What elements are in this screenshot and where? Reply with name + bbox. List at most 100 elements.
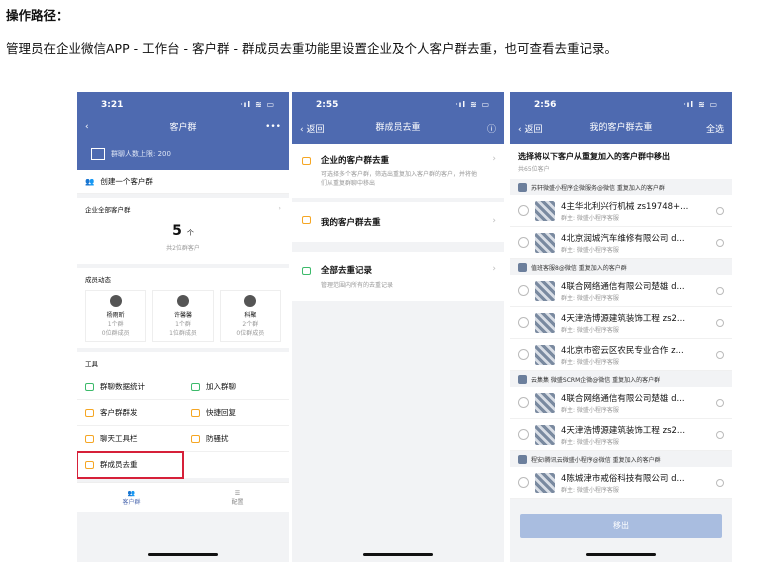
- group-row[interactable]: 4天津浩博源建筑装饰工程 zs2... 群主: 微盛小程序客服: [510, 307, 732, 339]
- remove-button[interactable]: 移出: [520, 514, 722, 538]
- select-checkbox[interactable]: [518, 317, 529, 328]
- page-title: 客户群: [169, 123, 197, 133]
- chevron-right-icon: ›: [492, 264, 496, 274]
- info-icon[interactable]: [716, 478, 724, 487]
- tab-label: 客户群: [122, 498, 141, 506]
- create-group-button[interactable]: 👥 创建一个客户群: [77, 170, 289, 194]
- owner-avatar: [518, 454, 527, 464]
- tool-label: 快捷回复: [206, 408, 236, 417]
- settings-icon: ☰: [234, 489, 241, 497]
- menu-item-records[interactable]: 全部去重记录 管理范围内所有的去重记录 ›: [292, 252, 504, 301]
- group-avatar: [535, 280, 555, 301]
- nav-bar: 2:56 ᐧıl ≋ ▭ ‹ 返回 我的客户群去重 全选: [510, 92, 732, 144]
- group-row[interactable]: 4联合网络通信有限公司楚雄 d... 群主: 微盛小程序客服: [510, 275, 732, 307]
- group-icon: 👥: [127, 489, 136, 497]
- menu-item-enterprise[interactable]: 企业的客户群去重 可选择多个客户群，筛选出重复加入客户群的客户，并将他们从重复群聊…: [292, 144, 504, 198]
- status-time: 3:21: [101, 100, 124, 110]
- group-owner: 群主: 微盛小程序客服: [561, 246, 619, 254]
- member-users: 0位群成员: [101, 330, 130, 337]
- tab-config[interactable]: ☰ 配置: [231, 490, 243, 506]
- phone-my-dedupe: 2:56 ᐧıl ≋ ▭ ‹ 返回 我的客户群去重 全选 选择将以下客户从重复加入的客…: [510, 92, 732, 562]
- info-icon[interactable]: [716, 350, 724, 359]
- tool-label: 客户群群发: [100, 408, 138, 417]
- tab-customer-groups[interactable]: 👥 客户群: [122, 490, 140, 506]
- group-limit-text: 群聊人数上限: 200: [111, 150, 171, 158]
- select-checkbox[interactable]: [518, 205, 529, 216]
- group-name: 4联合网络通信有限公司楚雄 d...: [561, 281, 685, 292]
- tool-broadcast[interactable]: 客户群群发: [77, 400, 183, 426]
- members-title: 成员动态: [85, 276, 111, 284]
- count-sub: 共2位群客户: [166, 245, 200, 252]
- back-button[interactable]: ‹ 返回: [300, 122, 324, 135]
- back-icon[interactable]: ‹: [85, 122, 89, 132]
- group-owner: 群主: 微盛小程序客服: [561, 486, 619, 494]
- group-avatar: [535, 472, 555, 493]
- menu-item-mine[interactable]: 我的客户群去重 ›: [292, 202, 504, 242]
- tool-anti-spam[interactable]: 防骚扰: [183, 426, 289, 452]
- tool-quick-reply[interactable]: 快捷回复: [183, 400, 289, 426]
- info-icon[interactable]: [716, 430, 724, 439]
- duplicate-owner-header: 值班客服8@微信 重复加入的客户群: [510, 259, 732, 275]
- group-list: 苏轩微盛小程序企微服务@微信 重复加入的客户群 4主华北利兴行机械 zs19748…: [510, 179, 732, 499]
- group-limit: 群聊人数上限: 200: [77, 144, 289, 170]
- select-checkbox[interactable]: [518, 349, 529, 360]
- menu-item-title: 我的客户群去重: [321, 218, 381, 228]
- nav-bar: 2:55 ᐧıl ≋ ▭ ‹ 返回 群成员去重 ⓘ: [292, 92, 504, 144]
- more-button[interactable]: •••: [265, 122, 281, 132]
- owner-label: 程安I腾讯云微盛小程序@微信 重复加入的客户群: [531, 456, 661, 464]
- select-checkbox[interactable]: [518, 429, 529, 440]
- group-row[interactable]: 4北京润城汽车维修有限公司 d... 群主: 微盛小程序客服: [510, 227, 732, 259]
- member-card[interactable]: 杨雨昕 1个群 0位群成员: [85, 290, 147, 342]
- menu-item-desc: 可选择多个客户群，筛选出重复加入客户群的客户，并将他们从重复群聊中移出: [321, 171, 478, 187]
- tool-chat-toolbar[interactable]: 聊天工具栏: [77, 426, 183, 452]
- tool-dedupe[interactable]: 群成员去重: [77, 451, 184, 479]
- info-icon[interactable]: [716, 318, 724, 327]
- group-row[interactable]: 4北京市密云区农民专业合作 z... 群主: 微盛小程序客服: [510, 339, 732, 371]
- member-users: 1位群成员: [169, 330, 197, 337]
- avatar: [176, 295, 189, 307]
- info-icon[interactable]: [716, 206, 724, 215]
- members-card: 成员动态 杨雨昕 1个群 0位群成员 许馨馨 1个群 1位群成员 科聚 2个群 0位群成员: [77, 268, 289, 348]
- nav-bar: 3:21 ᐧıl ≋ ▭ ‹ 客户群 •••: [77, 92, 289, 144]
- group-row[interactable]: 4主华北利兴行机械 zs19748+... 群主: 微盛小程序客服: [510, 195, 732, 227]
- info-icon[interactable]: ⓘ: [487, 122, 496, 135]
- group-avatar: [535, 312, 555, 333]
- select-all-button[interactable]: 全选: [706, 122, 724, 135]
- member-groups: 2个群: [242, 321, 259, 328]
- select-checkbox[interactable]: [518, 397, 529, 408]
- back-button[interactable]: ‹ 返回: [518, 122, 542, 135]
- member-card[interactable]: 科聚 2个群 0位群成员: [219, 290, 281, 342]
- info-icon[interactable]: [716, 286, 724, 295]
- member-card[interactable]: 许馨馨 1个群 1位群成员: [152, 290, 214, 342]
- select-checkbox[interactable]: [518, 237, 529, 248]
- tool-join-group[interactable]: 加入群聊: [183, 374, 289, 400]
- duplicate-owner-header: 云集集 微盛SCRM企微@微信 重复加入的客户群: [510, 371, 732, 387]
- tool-label: 聊天工具栏: [100, 434, 138, 443]
- home-indicator: [586, 553, 656, 556]
- home-indicator: [148, 553, 218, 556]
- group-owner: 群主: 微盛小程序客服: [561, 406, 619, 414]
- tool-group-stats[interactable]: 群聊数据统计: [77, 374, 183, 400]
- group-row[interactable]: 4天津浩博源建筑装饰工程 zs2... 群主: 微盛小程序客服: [510, 419, 732, 451]
- list-icon: [302, 267, 311, 275]
- phone-customer-groups: 3:21 ᐧıl ≋ ▭ ‹ 客户群 ••• 群聊人数上限: 200 👥 创建一个客户群…: [77, 92, 289, 562]
- select-checkbox[interactable]: [518, 285, 529, 296]
- info-icon[interactable]: [716, 398, 724, 407]
- grid-icon: [91, 148, 105, 160]
- back-label: 返回: [524, 125, 543, 135]
- group-name: 4主华北利兴行机械 zs19748+...: [561, 201, 689, 212]
- group-owner: 群主: 微盛小程序客服: [561, 438, 619, 446]
- tools-title: 工具: [85, 360, 98, 368]
- group-avatar: [535, 232, 555, 253]
- all-groups-card[interactable]: 企业全部客户群 › 5 个 共2位群客户: [77, 198, 289, 264]
- info-icon[interactable]: [716, 238, 724, 247]
- chart-icon: [85, 382, 94, 391]
- group-avatar: [535, 344, 555, 365]
- owner-label: 值班客服8@微信 重复加入的客户群: [531, 264, 627, 272]
- shield-icon: [191, 434, 200, 443]
- owner-label: 云集集 微盛SCRM企微@微信 重复加入的客户群: [531, 376, 661, 384]
- select-checkbox[interactable]: [518, 477, 529, 488]
- owner-avatar: [518, 374, 527, 384]
- group-row[interactable]: 4陈城津市戒俗科技有限公司 d... 群主: 微盛小程序客服: [510, 467, 732, 499]
- group-row[interactable]: 4联合网络通信有限公司楚雄 d... 群主: 微盛小程序客服: [510, 387, 732, 419]
